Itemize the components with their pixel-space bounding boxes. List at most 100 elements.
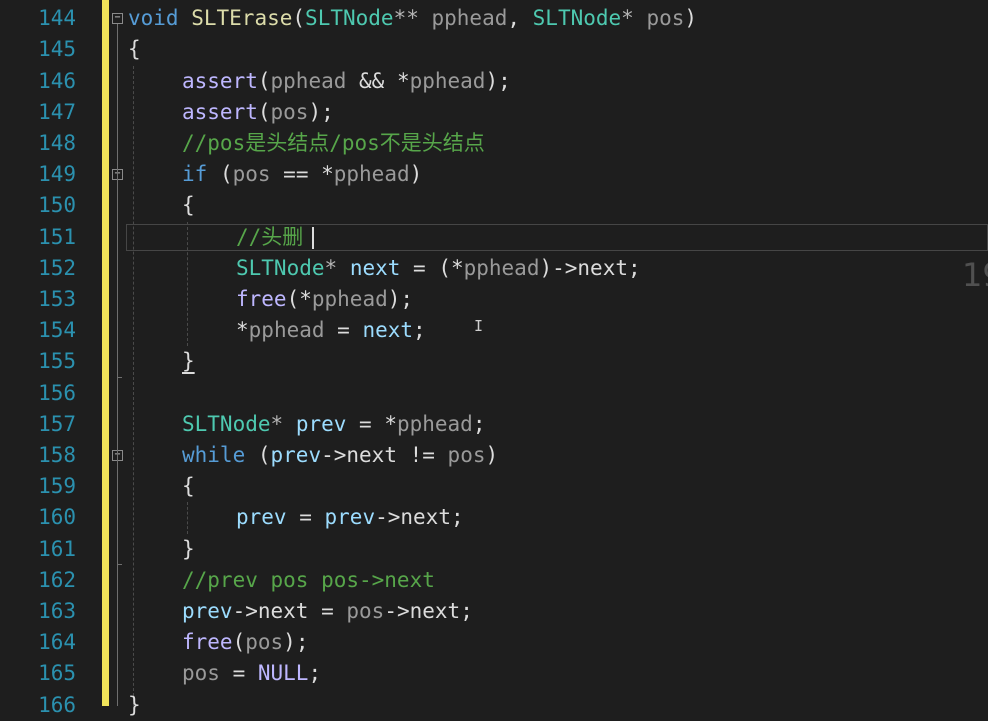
line-number: 145 — [38, 37, 76, 61]
token: //prev pos pos->next — [182, 568, 435, 592]
token: = (* — [400, 256, 464, 280]
line-number: 149 — [38, 162, 76, 186]
token: pphead — [431, 6, 508, 30]
code-line-145[interactable]: { — [128, 34, 141, 65]
code-line-149[interactable]: if (pos == *pphead) — [182, 159, 422, 190]
token: { — [182, 474, 195, 498]
line-number: 160 — [38, 505, 76, 529]
token: ); — [308, 100, 334, 124]
line-number: 148 — [38, 131, 76, 155]
token: == * — [270, 162, 334, 186]
token: pphead — [409, 69, 486, 93]
text-caret — [312, 227, 314, 249]
code-line-148[interactable]: //pos是头结点/pos不是头结点 — [182, 128, 485, 159]
token: } — [182, 349, 195, 373]
line-number: 159 — [38, 474, 76, 498]
token: -> — [321, 443, 347, 467]
faded-overlay-text: 19 — [962, 256, 988, 294]
token: , — [507, 6, 533, 30]
code-line-147[interactable]: assert(pos); — [182, 97, 334, 128]
token: NULL — [257, 661, 309, 685]
line-number-gutter: 144 145 146 147 148 149 150 151 152 153 … — [0, 0, 100, 717]
token: free — [236, 287, 287, 311]
token: pos — [646, 6, 685, 30]
token: -> — [232, 599, 258, 623]
token: { — [182, 193, 195, 217]
token: pphead — [248, 318, 325, 342]
code-line-150[interactable]: { — [182, 190, 195, 221]
token: prev — [182, 599, 233, 623]
code-line-154[interactable]: *pphead = next; — [236, 315, 426, 346]
code-line-158[interactable]: while (prev->next != pos) — [182, 440, 498, 471]
line-number: 150 — [38, 193, 76, 217]
token: { — [128, 37, 141, 61]
token: SLTNode — [305, 6, 394, 30]
token: ); — [485, 69, 511, 93]
token: assert — [182, 69, 258, 93]
token: pos — [447, 443, 486, 467]
code-line-163[interactable]: prev->next = pos->next; — [182, 596, 473, 627]
token: ) — [684, 6, 698, 30]
code-line-157[interactable]: SLTNode* prev = *pphead; — [182, 409, 485, 440]
token: while — [182, 443, 246, 467]
token: //头删 — [236, 225, 304, 249]
token: = — [324, 318, 363, 342]
token: ) — [409, 162, 423, 186]
code-line-164[interactable]: free(pos); — [182, 627, 308, 658]
token: ( — [245, 443, 271, 467]
token: prev — [270, 443, 322, 467]
token: prev — [295, 412, 347, 436]
token: assert — [182, 100, 258, 124]
code-line-165[interactable]: pos = NULL; — [182, 658, 321, 689]
code-line-162[interactable]: //prev pos pos->next — [182, 565, 435, 596]
token: next — [349, 256, 401, 280]
code-line-160[interactable]: prev = prev->next; — [236, 502, 464, 533]
line-number: 165 — [38, 661, 76, 685]
line-number: 144 — [38, 6, 76, 30]
token: ); — [283, 630, 309, 654]
token: void — [128, 6, 179, 30]
fold-region-line — [117, 24, 118, 706]
line-number: 152 — [38, 256, 76, 280]
line-number: 157 — [38, 412, 76, 436]
token: = — [219, 661, 258, 685]
token: if — [182, 162, 208, 186]
token: = — [286, 505, 325, 529]
code-line-161[interactable]: } — [182, 534, 195, 565]
token: -> — [375, 505, 401, 529]
token: != — [396, 443, 448, 467]
token: * — [236, 318, 249, 342]
token: SLTNode — [236, 256, 325, 280]
fold-collapse-icon[interactable]: − — [112, 13, 123, 24]
token: pphead — [270, 69, 347, 93]
token: * — [324, 256, 350, 280]
code-line-151[interactable]: //头删 — [236, 222, 303, 253]
indent-guide — [133, 66, 134, 706]
token: } — [128, 693, 141, 717]
token: pos — [270, 100, 309, 124]
token: prev — [324, 505, 376, 529]
token: next — [346, 443, 397, 467]
code-line-144[interactable]: void SLTErase(SLTNode** pphead, SLTNode*… — [128, 3, 697, 34]
token: } — [182, 537, 195, 561]
code-line-155[interactable]: } — [182, 346, 195, 377]
line-number: 147 — [38, 100, 76, 124]
token: ; — [460, 599, 473, 623]
token: ; — [450, 505, 464, 529]
token: pphead — [311, 287, 388, 311]
code-editor[interactable]: 144 145 146 147 148 149 150 151 152 153 … — [0, 0, 988, 717]
token: pos — [182, 661, 220, 685]
line-number: 158 — [38, 443, 76, 467]
line-number: 163 — [38, 599, 76, 623]
token: pphead — [333, 162, 410, 186]
line-number: 156 — [38, 381, 76, 405]
line-number: 161 — [38, 537, 76, 561]
token: prev — [236, 505, 287, 529]
token: * — [621, 6, 647, 30]
code-line-146[interactable]: assert(pphead && *pphead); — [182, 66, 511, 97]
token: next — [577, 256, 628, 280]
change-tracking-bar — [102, 0, 109, 706]
code-line-152[interactable]: SLTNode* next = (*pphead)->next; — [236, 253, 641, 284]
code-line-153[interactable]: free(*pphead); — [236, 284, 413, 315]
code-line-159[interactable]: { — [182, 471, 195, 502]
